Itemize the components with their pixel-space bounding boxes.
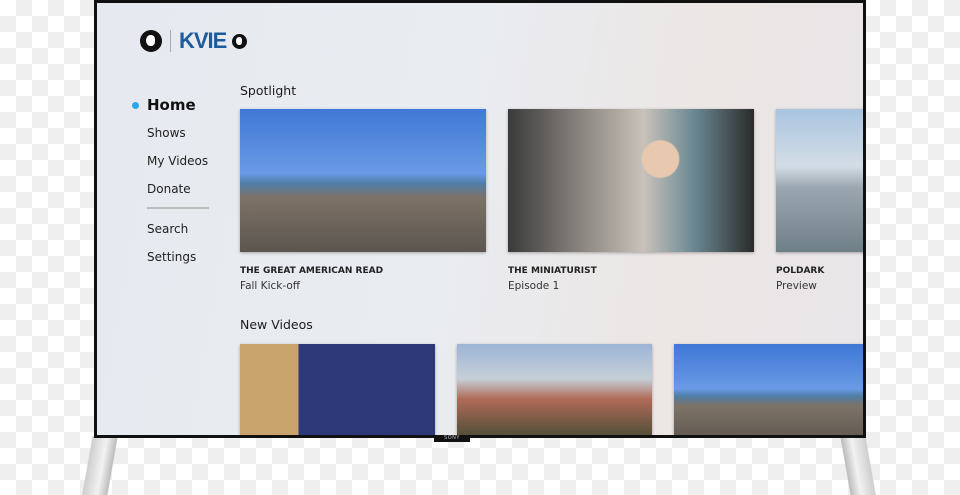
- card-title: THE GREAT AMERICAN READ: [240, 266, 384, 276]
- nav-item-shows[interactable]: Shows: [147, 119, 209, 147]
- kvie-logo-text: KVIE: [179, 28, 227, 53]
- card-title: THE MINIATURIST: [508, 266, 597, 276]
- nav-label: My Videos: [147, 154, 209, 168]
- nav-item-my-videos[interactable]: My Videos: [147, 147, 209, 175]
- kvie-pbs-logo: KVIE: [140, 28, 248, 54]
- nav-item-home[interactable]: Home: [132, 91, 209, 119]
- tv-screen: KVIE Home Shows My Videos Donate Search …: [97, 3, 863, 435]
- card-title: POLDARK: [776, 266, 825, 276]
- active-dot-icon: [132, 102, 139, 109]
- pbs-logo-icon: [140, 30, 162, 52]
- pbs-small-logo-icon: [232, 33, 248, 49]
- nav-divider: [147, 207, 209, 209]
- nav-label: Search: [147, 222, 189, 236]
- nav-label: Settings: [147, 250, 197, 264]
- spotlight-card-great-american-read[interactable]: [240, 109, 486, 252]
- tv-stand-right: [836, 436, 876, 495]
- logo-divider: [170, 30, 171, 52]
- card-subtitle: Preview: [776, 280, 817, 292]
- card-subtitle: Episode 1: [508, 280, 560, 292]
- spotlight-card-miniaturist[interactable]: [508, 109, 754, 252]
- spotlight-card-poldark[interactable]: [776, 109, 863, 252]
- spotlight-heading: Spotlight: [240, 83, 297, 98]
- tv-stand-left: [82, 436, 122, 495]
- nav-item-donate[interactable]: Donate: [147, 175, 209, 203]
- new-video-card-1[interactable]: [240, 344, 435, 435]
- card-subtitle: Fall Kick-off: [240, 280, 300, 292]
- nav-label: Shows: [147, 126, 186, 140]
- new-videos-heading: New Videos: [240, 317, 313, 332]
- nav-label: Home: [147, 96, 196, 114]
- new-video-card-2[interactable]: [457, 344, 652, 435]
- sony-brand-label: SONY: [434, 435, 470, 442]
- nav-label: Donate: [147, 182, 191, 196]
- tv-frame: KVIE Home Shows My Videos Donate Search …: [94, 0, 866, 438]
- nav-item-search[interactable]: Search: [147, 215, 209, 243]
- nav-item-settings[interactable]: Settings: [147, 243, 209, 271]
- new-video-card-3[interactable]: [674, 344, 863, 435]
- sidebar-nav: Home Shows My Videos Donate Search Setti…: [132, 91, 209, 271]
